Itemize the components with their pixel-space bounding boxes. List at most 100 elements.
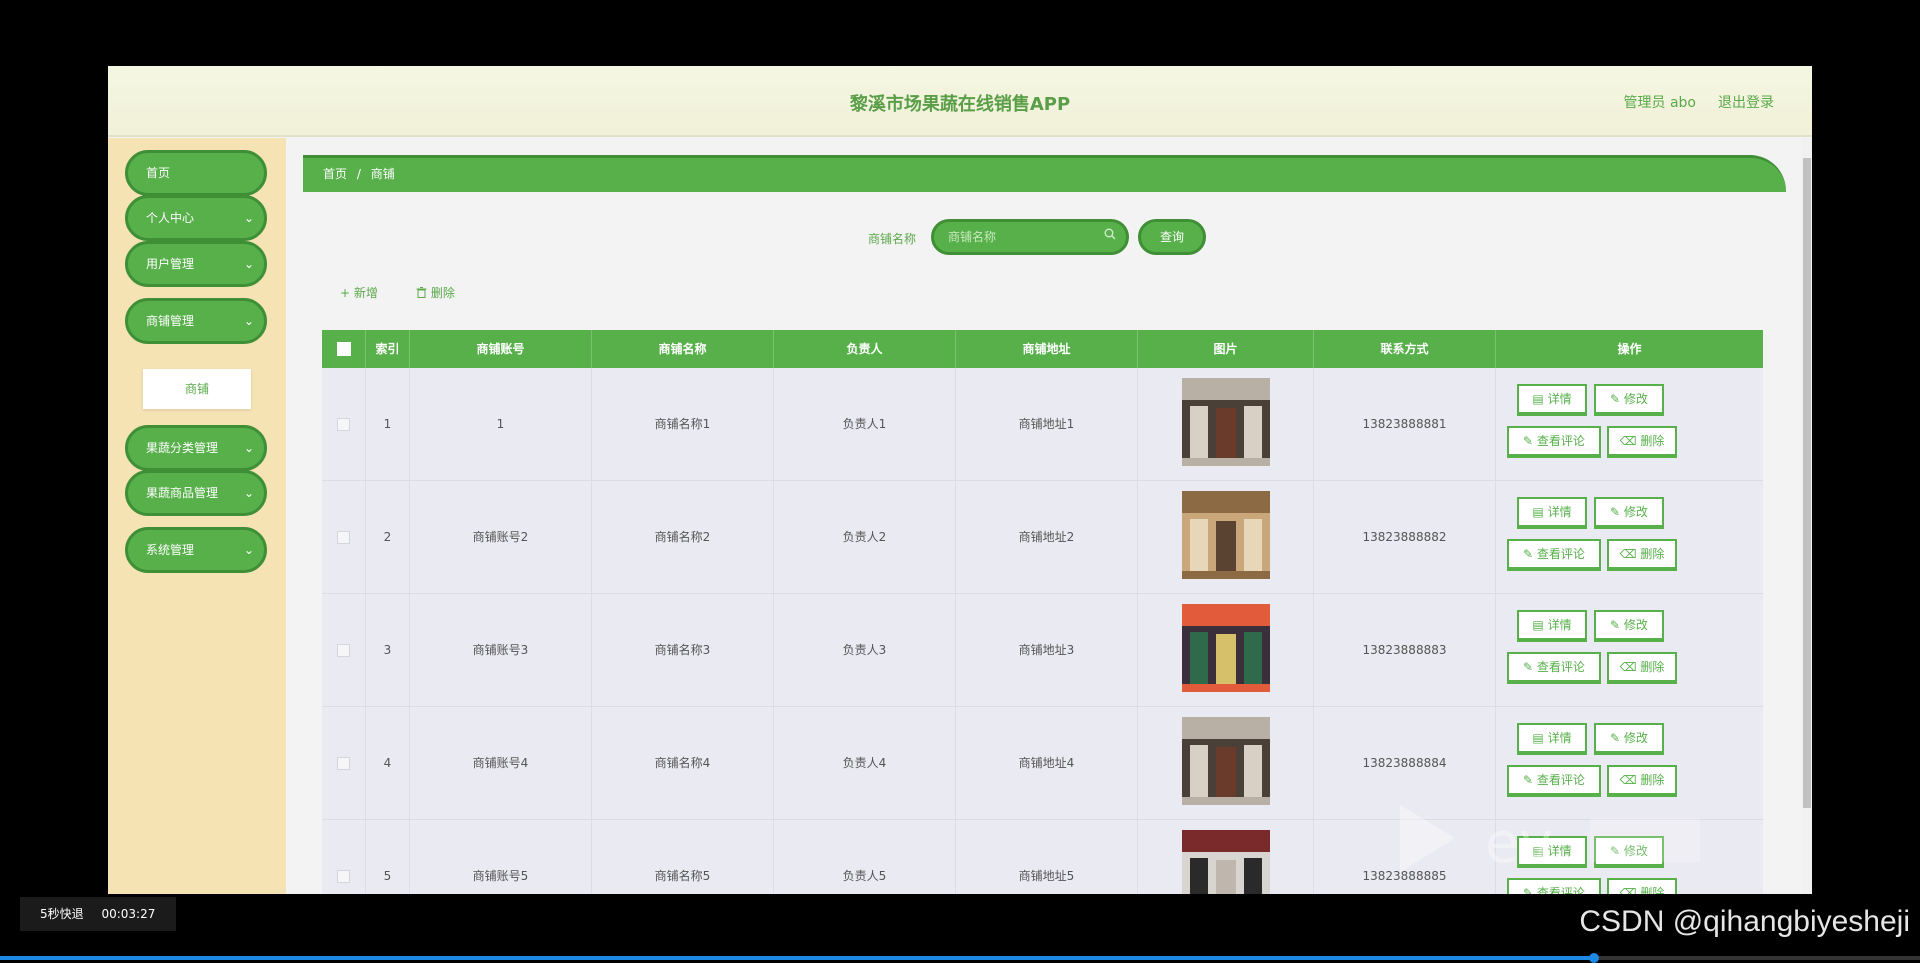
view-reviews-button[interactable]: ✎ 查看评论 xyxy=(1507,652,1601,684)
cell-name: 商铺名称4 xyxy=(592,707,774,820)
cell-index: 3 xyxy=(366,594,410,707)
header-manager: 负责人 xyxy=(774,330,956,368)
chevron-down-icon: ⌄ xyxy=(243,486,254,500)
search-input[interactable] xyxy=(934,222,1094,252)
edit-button[interactable]: ✎ 修改 xyxy=(1594,723,1664,755)
edit-button-label: 修改 xyxy=(1623,392,1648,406)
pencil-icon: ✎ xyxy=(1523,434,1537,448)
search-box xyxy=(931,219,1129,255)
cell-manager: 负责人2 xyxy=(774,481,956,594)
cell-index: 4 xyxy=(366,707,410,820)
view-reviews-button[interactable]: ✎ 查看评论 xyxy=(1507,539,1601,571)
edit-button[interactable]: ✎ 修改 xyxy=(1594,497,1664,529)
select-all-checkbox[interactable] xyxy=(337,342,351,356)
delete-button[interactable]: ⌫ 删除 xyxy=(1607,426,1677,458)
search-label: 商铺名称 xyxy=(868,232,917,246)
cell-index: 1 xyxy=(366,368,410,481)
cell-manager: 负责人4 xyxy=(774,707,956,820)
chevron-down-icon: ⌄ xyxy=(243,211,254,225)
sidebar-item-category-management[interactable]: 果蔬分类管理 ⌄ xyxy=(125,425,267,471)
table-row: 3 商铺账号3 商铺名称3 负责人3 商铺地址3 13823888883 ▤ 详情 ✎ 修改 ✎… xyxy=(322,594,1763,707)
edit-button[interactable]: ✎ 修改 xyxy=(1594,384,1664,416)
detail-button-label: 详情 xyxy=(1547,618,1572,632)
cell-name: 商铺名称5 xyxy=(592,820,774,894)
detail-button[interactable]: ▤ 详情 xyxy=(1517,610,1587,642)
sidebar-item-system-management[interactable]: 系统管理 ⌄ xyxy=(125,527,267,573)
shop-photo[interactable] xyxy=(1182,830,1270,894)
row-checkbox[interactable] xyxy=(337,757,350,770)
sidebar-item-user-management[interactable]: 用户管理 ⌄ xyxy=(125,241,267,287)
delete-button-label: 删除 xyxy=(1640,547,1665,561)
trash-icon: ⌫ xyxy=(1619,547,1641,561)
sidebar-item-label: 首页 xyxy=(146,166,171,180)
trash-icon: ⌫ xyxy=(1619,434,1641,448)
row-select-cell xyxy=(322,594,366,707)
shop-photo[interactable] xyxy=(1182,491,1270,579)
progress-thumb[interactable] xyxy=(1588,953,1599,963)
detail-button[interactable]: ▤ 详情 xyxy=(1517,497,1587,529)
detail-button[interactable]: ▤ 详情 xyxy=(1517,384,1587,416)
delete-button[interactable]: ⌫ 删除 xyxy=(1607,765,1677,797)
edit-button[interactable]: ✎ 修改 xyxy=(1594,610,1664,642)
shop-photo[interactable] xyxy=(1182,604,1270,692)
row-checkbox[interactable] xyxy=(337,418,350,431)
view-reviews-button[interactable]: ✎ 查看评论 xyxy=(1507,878,1601,894)
sidebar-item-product-management[interactable]: 果蔬商品管理 ⌄ xyxy=(125,470,267,516)
delete-selected-button[interactable]: 删除 xyxy=(416,284,455,301)
cell-phone: 13823888881 xyxy=(1314,368,1496,481)
cell-phone: 13823888883 xyxy=(1314,594,1496,707)
query-button[interactable]: 查询 xyxy=(1138,219,1206,255)
sidebar-item-home[interactable]: 首页 xyxy=(125,150,267,196)
ev-watermark-logo: ev xyxy=(1400,805,1700,876)
header-account: 商铺账号 xyxy=(410,330,592,368)
pencil-icon: ✎ xyxy=(1610,731,1624,745)
scrollbar[interactable] xyxy=(1802,138,1812,894)
pencil-icon: ✎ xyxy=(1523,886,1537,894)
top-bar: 黎溪市场果蔬在线销售APP 管理员 abo 退出登录 xyxy=(108,66,1812,137)
sidebar-item-shop-management[interactable]: 商铺管理 ⌄ xyxy=(125,298,267,344)
sidebar-item-label: 果蔬分类管理 xyxy=(146,441,219,455)
breadcrumb: 首页 / 商铺 xyxy=(303,155,1786,192)
detail-button-label: 详情 xyxy=(1547,505,1572,519)
search-icon xyxy=(1104,228,1116,244)
row-checkbox[interactable] xyxy=(337,870,350,883)
delete-button-label: 删除 xyxy=(1640,660,1665,674)
skip-back-label[interactable]: 5秒快退 xyxy=(40,907,84,921)
cell-account: 商铺账号3 xyxy=(410,594,592,707)
cell-manager: 负责人5 xyxy=(774,820,956,894)
document-icon: ▤ xyxy=(1532,392,1548,406)
row-checkbox[interactable] xyxy=(337,644,350,657)
trash-icon: ⌫ xyxy=(1619,660,1641,674)
breadcrumb-home[interactable]: 首页 xyxy=(323,167,347,181)
shop-photo[interactable] xyxy=(1182,717,1270,805)
admin-label: 管理员 abo xyxy=(1623,95,1696,111)
delete-button-label: 删除 xyxy=(1640,434,1665,448)
detail-button-label: 详情 xyxy=(1547,392,1572,406)
scrollbar-thumb[interactable] xyxy=(1803,158,1811,808)
video-progress-bar[interactable] xyxy=(0,953,1920,963)
delete-button[interactable]: ⌫ 删除 xyxy=(1607,878,1677,894)
svg-text:ev: ev xyxy=(1485,811,1553,876)
cell-address: 商铺地址4 xyxy=(956,707,1138,820)
sidebar-item-label: 果蔬商品管理 xyxy=(146,486,219,500)
row-select-cell xyxy=(322,368,366,481)
add-button[interactable]: + 新增 xyxy=(340,284,378,301)
sidebar-item-label: 用户管理 xyxy=(146,257,195,271)
row-select-cell xyxy=(322,707,366,820)
edit-button-label: 修改 xyxy=(1623,731,1648,745)
trash-icon: ⌫ xyxy=(1619,886,1641,894)
delete-button[interactable]: ⌫ 删除 xyxy=(1607,652,1677,684)
document-icon: ▤ xyxy=(1532,731,1548,745)
view-reviews-button[interactable]: ✎ 查看评论 xyxy=(1507,426,1601,458)
shop-photo[interactable] xyxy=(1182,378,1270,466)
cell-address: 商铺地址1 xyxy=(956,368,1138,481)
trash-icon xyxy=(416,287,427,298)
view-reviews-button[interactable]: ✎ 查看评论 xyxy=(1507,765,1601,797)
logout-link[interactable]: 退出登录 xyxy=(1718,92,1774,112)
delete-button[interactable]: ⌫ 删除 xyxy=(1607,539,1677,571)
row-checkbox[interactable] xyxy=(337,531,350,544)
sidebar-subitem-shop[interactable]: 商铺 xyxy=(143,369,251,409)
detail-button[interactable]: ▤ 详情 xyxy=(1517,723,1587,755)
sidebar-item-personal-center[interactable]: 个人中心 ⌄ xyxy=(125,195,267,241)
breadcrumb-separator: / xyxy=(356,167,361,181)
